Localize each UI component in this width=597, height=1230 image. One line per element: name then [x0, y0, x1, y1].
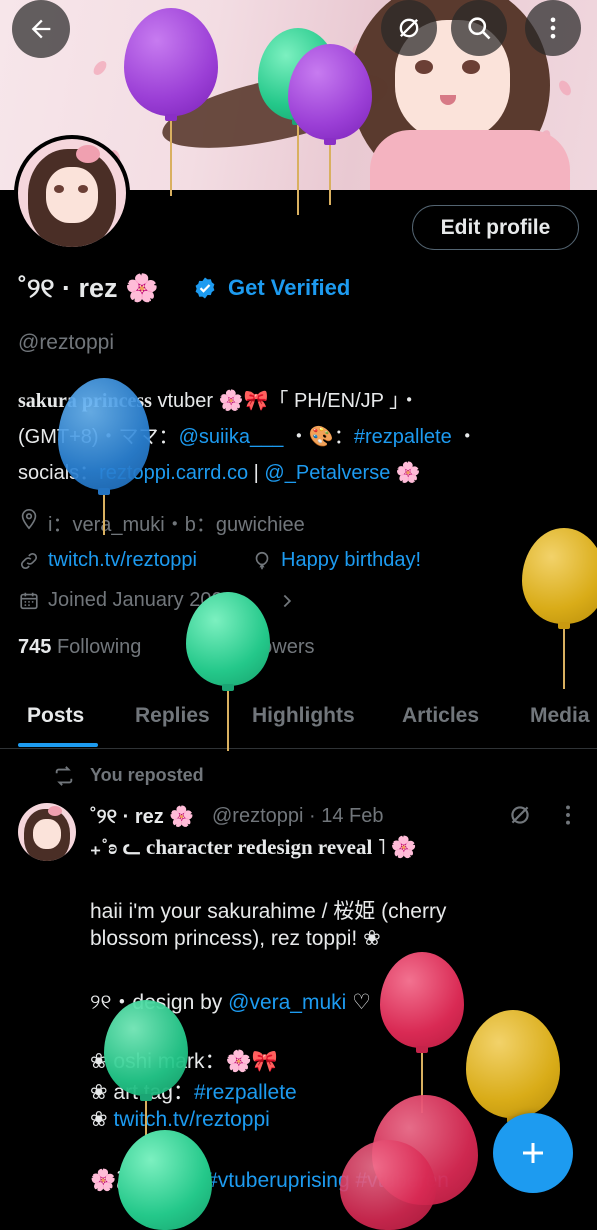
grok-icon: [399, 18, 419, 38]
post-author-avatar[interactable]: [18, 803, 76, 861]
post-text-line: haii i'm your sakurahime / 桜姫 (cherry: [90, 900, 447, 923]
tab-posts[interactable]: Posts: [27, 704, 84, 728]
post-mention-link[interactable]: @vera_muki: [228, 991, 346, 1014]
profile-website-link[interactable]: twitch.tv/reztoppi: [48, 549, 197, 572]
search-icon: [468, 17, 491, 40]
tab-media[interactable]: Media: [530, 704, 590, 728]
edit-profile-button[interactable]: Edit profile: [412, 205, 579, 250]
following-label: Following: [56, 636, 142, 658]
bio-mention-link[interactable]: @suiika___: [179, 426, 284, 448]
get-verified-link[interactable]: Get Verified: [228, 275, 350, 301]
compose-post-button[interactable]: [493, 1113, 573, 1193]
following-stat[interactable]: 745 Following: [18, 636, 141, 659]
balloon-icon: [255, 551, 269, 570]
tabs-divider: [0, 748, 597, 749]
post-text-line: blossom princess), rez toppi! ❀: [90, 927, 381, 950]
chevron-right-icon: [283, 594, 292, 608]
post-text: ♡: [346, 991, 371, 1014]
bio-text: ・🎨：: [283, 426, 354, 448]
post-author-handle[interactable]: @reztoppi · 14 Feb: [212, 805, 384, 828]
calendar-icon: [20, 592, 38, 610]
grok-button[interactable]: [381, 0, 437, 56]
following-count: 745: [18, 636, 52, 658]
grok-icon[interactable]: [507, 802, 533, 828]
repost-label: You reposted: [90, 765, 204, 785]
display-name: ˚୨୧ · rez 🌸: [18, 273, 159, 303]
verified-badge-icon: [195, 277, 215, 299]
post-author-name[interactable]: ˚୨୧ · rez 🌸: [90, 804, 194, 829]
arrow-left-icon: [31, 19, 51, 39]
post-text: ❀: [90, 1108, 114, 1131]
post-text-line: ❀ twitch.tv/reztoppi: [90, 1107, 270, 1132]
bio-text: 🌸: [390, 462, 421, 484]
bio-text: |: [248, 462, 265, 484]
repost-icon: [55, 766, 73, 786]
bio-text: vtuber 🌸🎀「 PH/EN/JP 」・: [151, 390, 420, 412]
profile-handle: @reztoppi: [18, 331, 115, 354]
more-vertical-icon[interactable]: [560, 802, 576, 828]
more-vertical-icon: [550, 17, 556, 39]
plus-icon: [523, 1143, 543, 1163]
search-button[interactable]: [451, 0, 507, 56]
post-title: ₊˚ʚ ᓚ character redesign reveal ˥ 🌸: [90, 835, 418, 859]
more-button[interactable]: [525, 0, 581, 56]
profile-location: i：vera_muki・b：guwichiee: [48, 514, 305, 536]
post-url-link[interactable]: twitch.tv/reztoppi: [113, 1108, 269, 1131]
location-icon: [21, 509, 37, 530]
link-icon: [20, 552, 38, 570]
tab-replies[interactable]: Replies: [135, 704, 210, 728]
bio-text: ・: [451, 426, 478, 448]
tab-articles[interactable]: Articles: [402, 704, 479, 728]
post-hashtag-link[interactable]: #rezpallete: [194, 1081, 297, 1104]
birthday-link[interactable]: Happy birthday!: [281, 549, 421, 572]
bio-hashtag-link[interactable]: #rezpallete: [354, 426, 452, 448]
profile-avatar[interactable]: [14, 135, 130, 251]
active-tab-indicator: [18, 743, 98, 747]
tab-highlights[interactable]: Highlights: [252, 704, 355, 728]
bio-mention-link[interactable]: @_Petalverse: [264, 462, 390, 484]
back-button[interactable]: [12, 0, 70, 58]
